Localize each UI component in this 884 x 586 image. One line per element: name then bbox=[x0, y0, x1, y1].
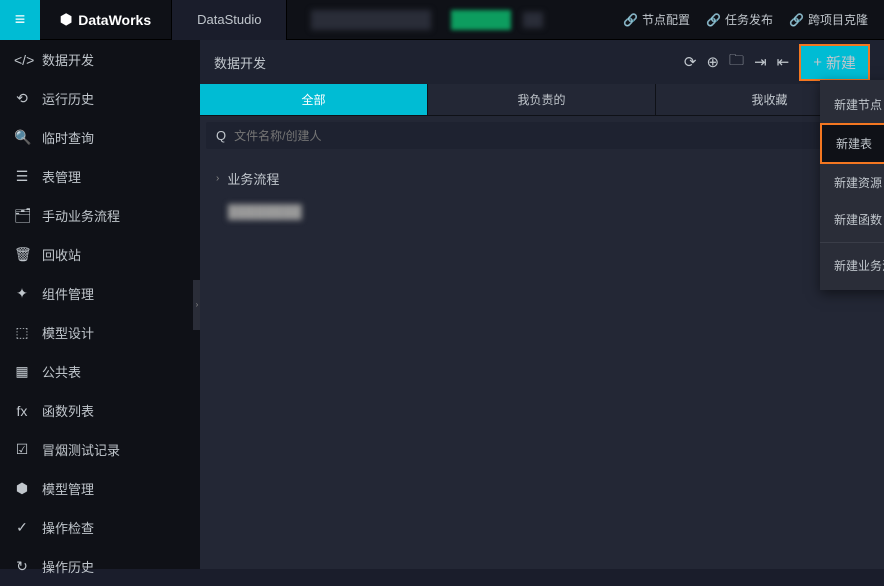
grid-icon: ▦ bbox=[14, 363, 30, 380]
sidebar-item-trash[interactable]: 🗑回收站 bbox=[0, 235, 200, 274]
link-icon: 🔗 bbox=[623, 13, 638, 27]
dropdown-new-resource[interactable]: 新建资源› bbox=[820, 164, 884, 201]
sidebar-item-query[interactable]: 🔍临时查询 bbox=[0, 118, 200, 157]
blurred-info bbox=[311, 10, 431, 30]
import-icon[interactable]: ⇥ bbox=[754, 53, 767, 71]
link-icon: 🔗 bbox=[789, 13, 804, 27]
top-link-task-publish[interactable]: 🔗任务发布 bbox=[700, 11, 779, 28]
top-link-node-config[interactable]: 🔗节点配置 bbox=[617, 11, 696, 28]
content-title: 数据开发 bbox=[214, 53, 266, 72]
cube-icon: ⬚ bbox=[14, 324, 30, 341]
dropdown-new-table[interactable]: 新建表› bbox=[820, 123, 884, 164]
dropdown-new-node[interactable]: 新建节点› bbox=[820, 86, 884, 123]
blurred-tree-item: ████████ bbox=[200, 196, 884, 227]
code-icon: </> bbox=[14, 52, 30, 68]
sidebar-item-model-design[interactable]: ⬚模型设计 bbox=[0, 313, 200, 352]
folder-icon: 🗂 bbox=[14, 207, 30, 224]
sidebar-item-functions[interactable]: fx函数列表 bbox=[0, 391, 200, 430]
tab-mine[interactable]: 我负责的 bbox=[428, 84, 656, 115]
check-icon: ☑ bbox=[14, 441, 30, 458]
sidebar-item-model-mgmt[interactable]: ⬢模型管理 bbox=[0, 469, 200, 508]
fx-icon: fx bbox=[14, 403, 30, 419]
sidebar-item-op-check[interactable]: ✓操作检查 bbox=[0, 508, 200, 547]
folder-icon[interactable]: 🗀 bbox=[729, 50, 744, 75]
brand-icon: ⬢ bbox=[60, 11, 72, 28]
link-icon: 🔗 bbox=[706, 13, 721, 27]
sidebar-item-history[interactable]: ⟲运行历史 bbox=[0, 79, 200, 118]
export-icon[interactable]: ⇤ bbox=[777, 53, 790, 71]
refresh-icon[interactable]: ⟳ bbox=[684, 53, 697, 71]
history-icon: ↻ bbox=[14, 558, 30, 575]
brand-name: DataWorks bbox=[78, 12, 151, 28]
search-bar: Q bbox=[206, 122, 878, 149]
sidebar-item-public-tables[interactable]: ▦公共表 bbox=[0, 352, 200, 391]
sidebar-item-smoke-test[interactable]: ☑冒烟测试记录 bbox=[0, 430, 200, 469]
trash-icon: 🗑 bbox=[14, 246, 30, 263]
tree-root[interactable]: › 业务流程 bbox=[200, 161, 884, 196]
new-dropdown: 新建节点› 新建表› 新建资源› 新建函数› 新建业务流程 bbox=[820, 80, 884, 290]
puzzle-icon: ✦ bbox=[14, 285, 30, 302]
cube-icon: ⬢ bbox=[14, 480, 30, 497]
brand: ⬢ DataWorks bbox=[40, 11, 171, 28]
dropdown-new-function[interactable]: 新建函数› bbox=[820, 201, 884, 238]
sidebar-item-tables[interactable]: ☰表管理 bbox=[0, 157, 200, 196]
divider bbox=[820, 242, 884, 243]
sidebar: </>数据开发 ⟲运行历史 🔍临时查询 ☰表管理 🗂手动业务流程 🗑回收站 ✦组… bbox=[0, 40, 200, 569]
sidebar-item-dev[interactable]: </>数据开发 bbox=[0, 40, 200, 79]
sidebar-item-manual[interactable]: 🗂手动业务流程 bbox=[0, 196, 200, 235]
top-link-cross-project[interactable]: 🔗跨项目克隆 bbox=[783, 11, 874, 28]
locate-icon[interactable]: ⊕ bbox=[706, 53, 719, 71]
tab-all[interactable]: 全部 bbox=[200, 84, 428, 115]
hamburger-icon: ≡ bbox=[15, 9, 26, 30]
search-input[interactable] bbox=[234, 129, 868, 143]
chevron-right-icon: › bbox=[216, 173, 219, 184]
blurred-info bbox=[523, 12, 543, 28]
sidebar-item-components[interactable]: ✦组件管理 bbox=[0, 274, 200, 313]
studio-tab[interactable]: DataStudio bbox=[171, 0, 287, 40]
check-icon: ✓ bbox=[14, 519, 30, 536]
history-icon: ⟲ bbox=[14, 90, 30, 107]
status-badge bbox=[451, 10, 511, 30]
menu-toggle[interactable]: ≡ bbox=[0, 0, 40, 40]
new-button[interactable]: + 新建 bbox=[799, 44, 870, 81]
plus-icon: + bbox=[813, 54, 822, 71]
search-icon: Q bbox=[216, 128, 226, 143]
content-panel: 数据开发 ⟳ ⊕ 🗀 ⇥ ⇤ + 新建 ☐ ↻ ⤓ 全部 我负责的 我 bbox=[200, 40, 884, 569]
table-icon: ☰ bbox=[14, 168, 30, 185]
sidebar-item-op-history[interactable]: ↻操作历史 bbox=[0, 547, 200, 586]
dropdown-new-flow[interactable]: 新建业务流程 bbox=[820, 247, 884, 284]
search-icon: 🔍 bbox=[14, 129, 30, 146]
